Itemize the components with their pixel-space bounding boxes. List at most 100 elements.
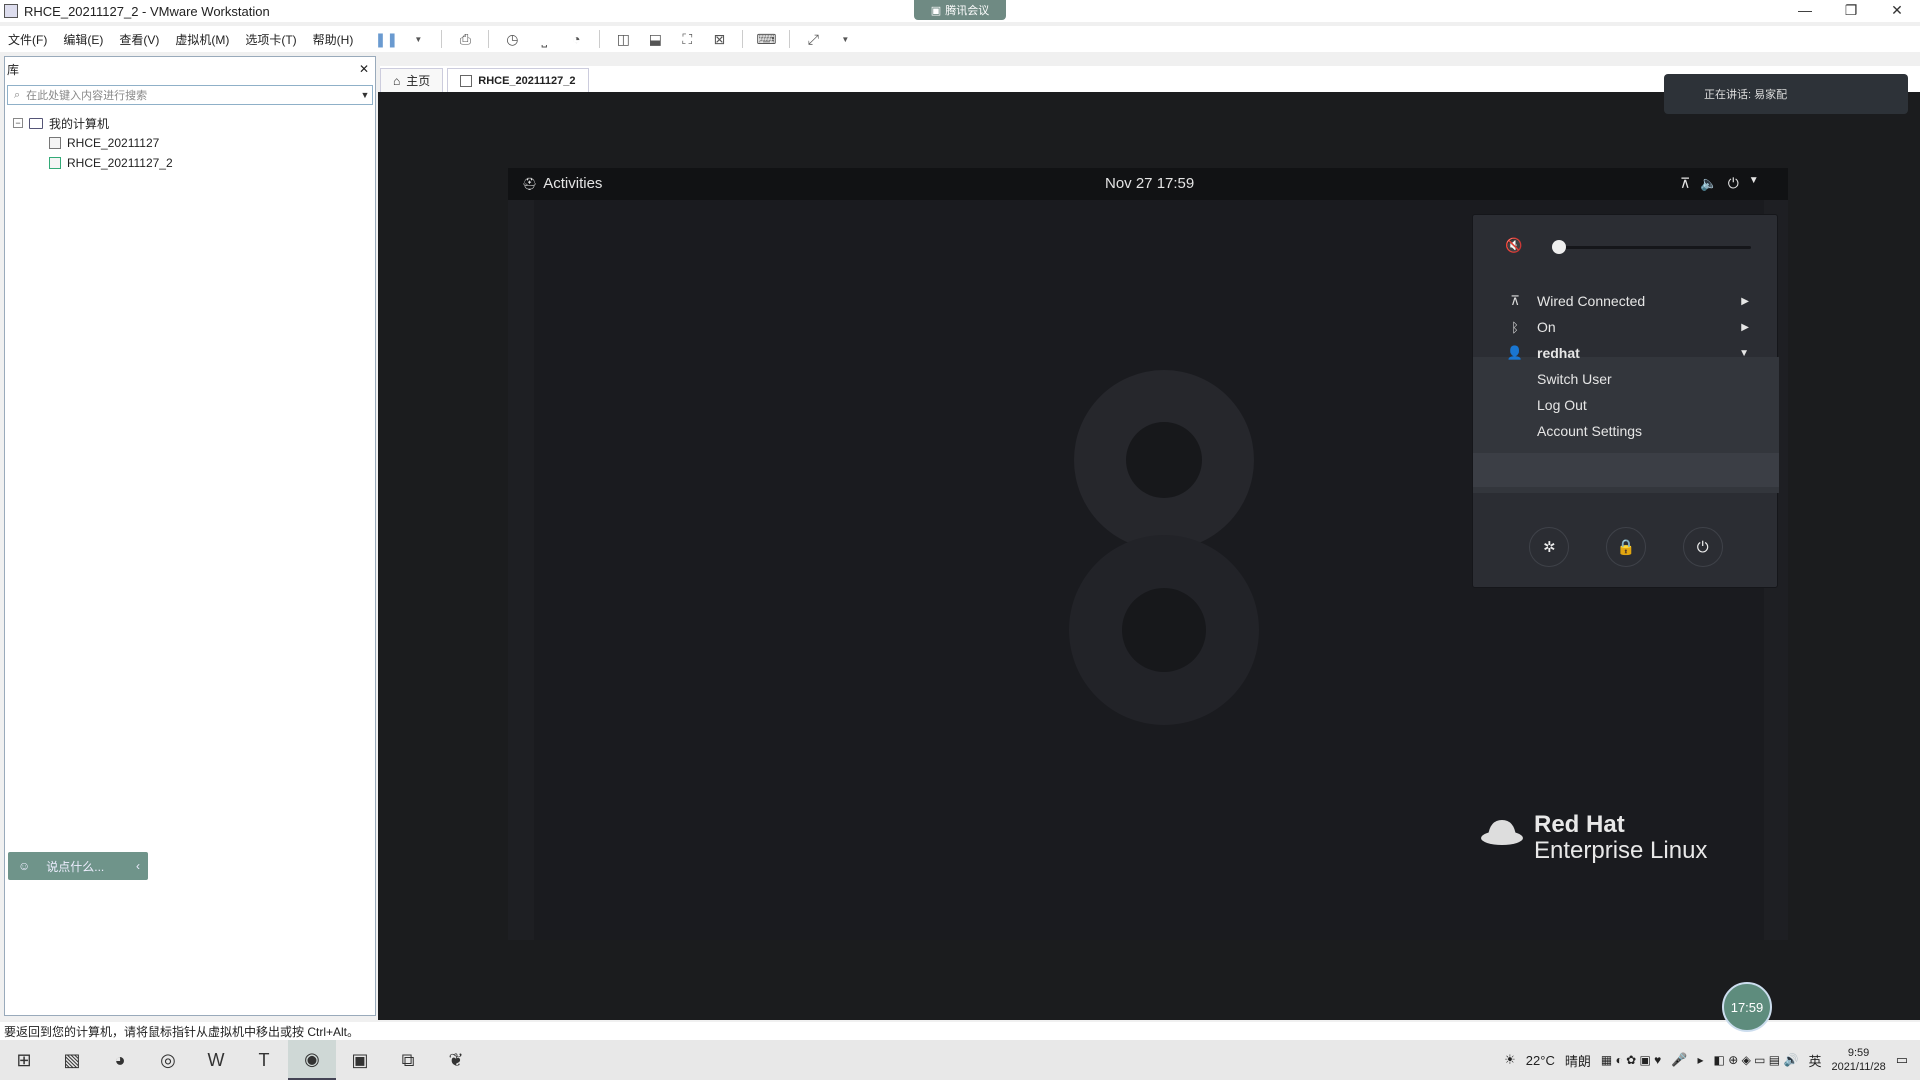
start-button[interactable]: ⊞ bbox=[0, 1040, 48, 1080]
meeting-badge[interactable]: ▣ 腾讯会议 bbox=[914, 0, 1006, 20]
menu-help[interactable]: 帮助(H) bbox=[305, 31, 362, 48]
gnome-system-tray[interactable]: ⊼ 🔈 ⏻ ▼ bbox=[1680, 175, 1759, 192]
chat-emoji-icon: ☺ bbox=[18, 859, 31, 873]
gnome-clock[interactable]: Nov 27 17:59 bbox=[1105, 175, 1194, 192]
menu-file[interactable]: 文件(F) bbox=[0, 31, 55, 48]
vm-icon bbox=[460, 74, 473, 87]
tab-vm[interactable]: RHCE_20211127_2 bbox=[447, 68, 589, 92]
microphone-icon[interactable]: 🎤 bbox=[1671, 1052, 1687, 1068]
volume-slider-handle[interactable] bbox=[1551, 240, 1566, 254]
menu-view[interactable]: 查看(V) bbox=[111, 31, 167, 48]
tree-item-vm[interactable]: RHCE_20211127 bbox=[5, 133, 375, 153]
notification-icon[interactable]: ▭ bbox=[1896, 1052, 1908, 1068]
volume-slider[interactable] bbox=[1555, 246, 1751, 249]
account-settings-item[interactable]: Account Settings bbox=[1473, 415, 1779, 447]
thumbnail-bar-icon[interactable]: ⬓ bbox=[646, 31, 664, 47]
show-library-icon[interactable]: ◫ bbox=[614, 31, 632, 47]
gnome-top-bar: ⛑ Activities Nov 27 17:59 ⊼ 🔈 ⏻ ▼ bbox=[508, 168, 1788, 200]
library-title: 库 bbox=[7, 62, 20, 77]
account-settings-label: Account Settings bbox=[1537, 423, 1643, 439]
taskbar-app-3[interactable]: ◎ bbox=[144, 1040, 192, 1080]
taskbar-vmware[interactable]: ⧉ bbox=[384, 1040, 432, 1080]
tab-home[interactable]: ⌂ 主页 bbox=[380, 68, 444, 92]
tree-item-vm-running[interactable]: RHCE_20211127_2 bbox=[5, 153, 375, 173]
status-bar: 要返回到您的计算机，请将鼠标指针从虚拟机中移出或按 Ctrl+Alt。 bbox=[0, 1022, 1920, 1040]
popup-action-buttons: ✲ 🔒 ⏻ bbox=[1473, 527, 1779, 567]
snapshot-manager-icon[interactable]: ◔ bbox=[567, 31, 585, 47]
tab-label: RHCE_20211127_2 bbox=[478, 74, 576, 87]
lock-button[interactable]: 🔒 bbox=[1605, 527, 1646, 567]
collapse-icon[interactable]: − bbox=[13, 118, 23, 128]
weather-icon: ☀ bbox=[1504, 1052, 1516, 1067]
send-ctrl-alt-del-icon[interactable]: ⎙ bbox=[456, 31, 474, 47]
home-icon: ⌂ bbox=[393, 73, 401, 88]
activities-button[interactable]: ⛑ Activities bbox=[522, 175, 602, 192]
taskbar-edge[interactable]: ◕ bbox=[96, 1040, 144, 1080]
taskbar-app-1[interactable]: ▧ bbox=[48, 1040, 96, 1080]
taskbar-app-10[interactable]: ❦ bbox=[432, 1040, 480, 1080]
menu-bar: 文件(F) 编辑(E) 查看(V) 虚拟机(M) 选项卡(T) 帮助(H) ❚❚… bbox=[0, 26, 1920, 52]
activities-label: Activities bbox=[543, 175, 603, 192]
system-menu-popup: 🔇 ⊼ Wired Connected ▶ ᛒ On ▶ 👤 redhat ▼ … bbox=[1472, 214, 1779, 588]
toolbar-separator bbox=[441, 30, 443, 48]
menu-edit[interactable]: 编辑(E) bbox=[55, 31, 111, 48]
snapshot-icon[interactable]: ◷ bbox=[503, 31, 521, 47]
taskbar-photos[interactable]: ▣ bbox=[336, 1040, 384, 1080]
pause-icon[interactable]: ❚❚ bbox=[375, 31, 398, 47]
toolbar: ❚❚ ▼ ⎙ ◷ ⎵ ◔ ◫ ⬓ ⛶ ⊠ ⌨ ⤢ ▼ bbox=[375, 30, 854, 48]
tree-item-my-computer[interactable]: − 我的计算机 bbox=[5, 113, 375, 133]
chevron-down-icon[interactable]: ▼ bbox=[358, 90, 372, 100]
toolbar-separator bbox=[742, 30, 744, 48]
switch-user-label: Switch User bbox=[1537, 371, 1612, 387]
fullscreen-icon[interactable]: ⛶ bbox=[678, 31, 696, 47]
chevron-left-icon[interactable]: ‹ bbox=[136, 859, 140, 873]
tray-icon-group[interactable]: ▦ ◐ ✿ ▣ ♥ bbox=[1601, 1053, 1661, 1067]
unity-icon[interactable]: ⊠ bbox=[710, 31, 728, 47]
settings-button[interactable]: ✲ bbox=[1529, 527, 1570, 567]
toolbar-separator bbox=[488, 30, 490, 48]
rhel8-wallpaper-logo bbox=[1069, 370, 1259, 725]
tray-status-icons[interactable]: ◧ ⊕ ◈ ▭ ▤ 🔊 bbox=[1714, 1053, 1799, 1067]
weather-temp[interactable]: 22°C bbox=[1526, 1053, 1555, 1068]
dropdown-arrow-icon[interactable]: ▼ bbox=[409, 31, 427, 47]
minimize-button[interactable]: — bbox=[1782, 0, 1828, 22]
ime-indicator[interactable]: 英 bbox=[1808, 1051, 1821, 1070]
power-off-button[interactable]: ⏻ bbox=[1682, 527, 1723, 567]
revert-snapshot-icon[interactable]: ⎵ bbox=[535, 31, 553, 47]
tab-label: 主页 bbox=[406, 74, 431, 88]
window-title: RHCE_20211127_2 - VMware Workstation bbox=[24, 3, 270, 19]
console-icon[interactable]: ⌨ bbox=[756, 31, 776, 47]
power-icon: ⏻ bbox=[1696, 538, 1709, 556]
menu-tabs[interactable]: 选项卡(T) bbox=[237, 31, 304, 48]
windows-logo-icon: ⊞ bbox=[16, 1049, 32, 1070]
chat-input-pill[interactable]: ☺ 说点什么... ‹ bbox=[8, 852, 148, 880]
network-label: Wired Connected bbox=[1537, 293, 1646, 309]
floating-clock-text: 17:59 bbox=[1730, 999, 1764, 1015]
taskbar-meeting[interactable]: ◉ bbox=[288, 1040, 336, 1080]
volume-muted-icon[interactable]: 🔇 bbox=[1505, 237, 1522, 254]
menu-vm[interactable]: 虚拟机(M) bbox=[167, 31, 237, 48]
library-search-field[interactable]: ⌕ 在此处键入内容进行搜索 ▼ bbox=[7, 85, 373, 105]
chevron-right-icon: ▶ bbox=[1741, 321, 1749, 333]
taskbar-clock[interactable]: 9:59 2021/11/28 bbox=[1831, 1046, 1885, 1074]
status-text: 要返回到您的计算机，请将鼠标指针从虚拟机中移出或按 Ctrl+Alt。 bbox=[4, 1024, 360, 1039]
redhat-hat-icon: ⛑ bbox=[522, 176, 538, 191]
close-button[interactable]: ✕ bbox=[1874, 0, 1920, 22]
chevron-down-icon: ▼ bbox=[1748, 175, 1759, 186]
tray-overflow-icon[interactable]: ▸ bbox=[1697, 1053, 1703, 1067]
stretch-guest-icon[interactable]: ⤢ bbox=[804, 31, 822, 47]
chat-placeholder: 说点什么... bbox=[46, 859, 105, 874]
taskbar-typora[interactable]: T bbox=[240, 1040, 288, 1080]
tree-item-label: 我的计算机 bbox=[49, 116, 110, 131]
meeting-badge-label: 腾讯会议 bbox=[945, 5, 990, 17]
maximize-button[interactable]: ❐ bbox=[1828, 0, 1874, 22]
library-close-button[interactable]: ✕ bbox=[359, 62, 369, 76]
taskbar-wps[interactable]: W bbox=[192, 1040, 240, 1080]
app-icon: ▧ bbox=[63, 1049, 81, 1070]
user-label: redhat bbox=[1537, 345, 1580, 361]
user-icon: 👤 bbox=[1506, 345, 1524, 360]
floating-clock-bubble[interactable]: 17:59 bbox=[1722, 982, 1772, 1032]
dropdown-arrow-icon[interactable]: ▼ bbox=[836, 31, 854, 47]
taskbar-time: 9:59 bbox=[1847, 1047, 1870, 1059]
bluetooth-label: On bbox=[1537, 319, 1556, 335]
